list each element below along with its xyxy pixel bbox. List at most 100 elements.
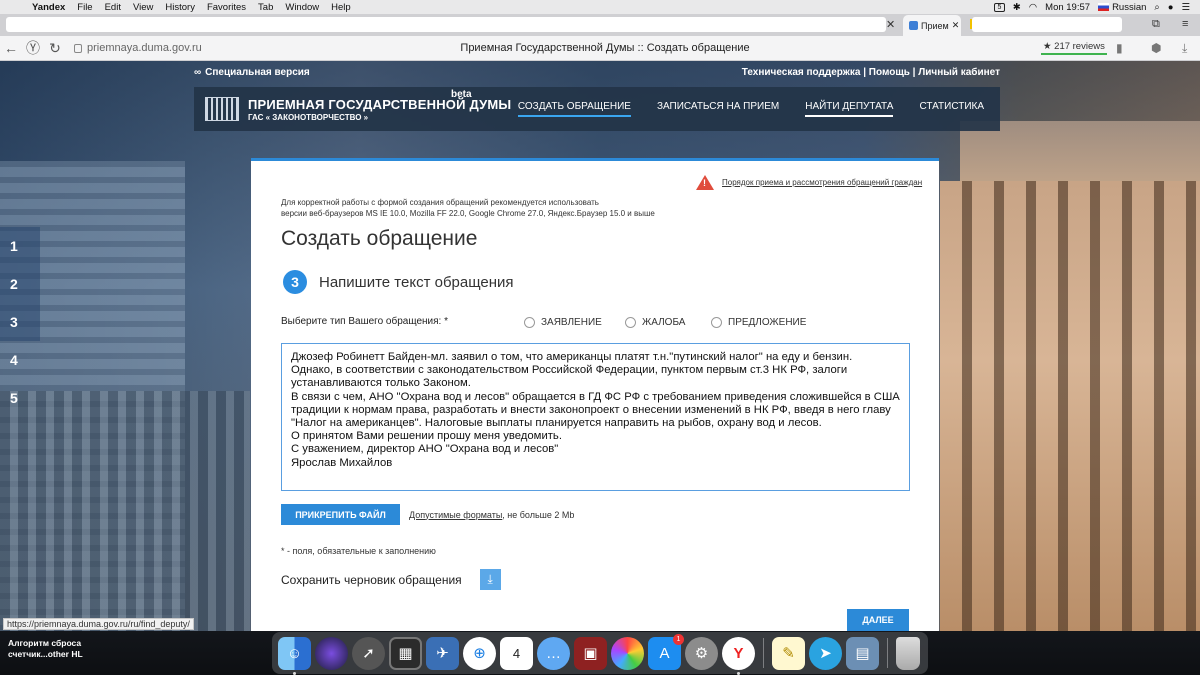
extensions-icon[interactable]: ⬢: [1151, 41, 1161, 55]
nav-book-reception[interactable]: ЗАПИСАТЬСЯ НА ПРИЕМ: [657, 101, 779, 117]
current-step: 3 Напишите текст обращения: [283, 270, 514, 294]
next-button[interactable]: ДАЛЕЕ: [847, 609, 909, 631]
radio-circle-icon[interactable]: [625, 317, 636, 328]
tab-placeholder[interactable]: [6, 17, 68, 32]
bluetooth-icon[interactable]: ✱: [1013, 2, 1021, 13]
tab-active[interactable]: Прием ✕: [903, 15, 961, 36]
trash-icon[interactable]: [896, 636, 920, 670]
tab-new[interactable]: [972, 17, 1122, 32]
procedure-link[interactable]: Порядок приема и рассмотрения обращений …: [722, 178, 922, 187]
menu-app-name[interactable]: Yandex: [26, 2, 71, 13]
menu-window[interactable]: Window: [279, 2, 325, 13]
special-version-link[interactable]: ∞ Специальная версия: [194, 67, 310, 78]
mission-control-icon[interactable]: ▦: [389, 636, 422, 670]
menu-icon[interactable]: ≡: [1182, 18, 1188, 30]
step-5[interactable]: 5: [0, 379, 40, 417]
browser-compat-note: Для корректной работы с формой создания …: [281, 198, 655, 218]
image-capture-icon[interactable]: ▤: [846, 636, 879, 670]
appeal-form: Порядок приема и рассмотрения обращений …: [251, 158, 939, 631]
bookmark-icon[interactable]: ▮: [1116, 41, 1123, 55]
radio-complaint[interactable]: ЖАЛОБА: [625, 317, 685, 328]
dock-area: Алгоритм сброса счетчик...other HL ☺ ➚ ▦…: [0, 631, 1200, 675]
dock-separator: [763, 638, 764, 668]
attach-file-button[interactable]: ПРИКРЕПИТЬ ФАЙЛ: [281, 504, 400, 525]
logo-subtitle: ГАС « ЗАКОНОТВОРЧЕСТВО »: [248, 112, 369, 122]
save-draft-button[interactable]: ⤓: [479, 569, 501, 590]
siri-icon[interactable]: [315, 636, 348, 670]
calendar-icon[interactable]: 4: [500, 636, 533, 670]
step-1[interactable]: 1: [0, 227, 40, 265]
background-building: [940, 181, 1200, 631]
menu-edit[interactable]: Edit: [99, 2, 127, 13]
clock[interactable]: Mon 19:57: [1045, 2, 1090, 13]
site-logo[interactable]: ПРИЕМНАЯ ГОСУДАРСТВЕННОЙ ДУМЫ ГАС « ЗАКО…: [248, 97, 511, 122]
launchpad-icon[interactable]: ➚: [352, 636, 385, 670]
notification[interactable]: Алгоритм сброса счетчик...other HL: [8, 638, 83, 660]
download-icon[interactable]: ⤓: [1182, 41, 1187, 56]
tab-close-icon[interactable]: ✕: [952, 20, 960, 31]
nav-find-deputy[interactable]: НАЙТИ ДЕПУТАТА: [805, 101, 894, 117]
nav-statistics[interactable]: СТАТИСТИКА: [919, 101, 984, 117]
warning-icon: [696, 175, 714, 190]
input-language[interactable]: Russian: [1098, 2, 1146, 13]
background-building: [0, 391, 250, 631]
top-links[interactable]: Техническая поддержка | Помощь | Личный …: [742, 67, 1000, 78]
status-url: https://priemnaya.duma.gov.ru/ru/find_de…: [3, 618, 194, 630]
safari-icon[interactable]: ⊕: [463, 636, 496, 670]
reload-icon[interactable]: ↻: [44, 40, 66, 57]
step-3[interactable]: 3: [0, 303, 40, 341]
textedit-icon[interactable]: ✎: [772, 636, 805, 670]
tab-close-icon[interactable]: ✕: [886, 18, 895, 31]
radio-circle-icon[interactable]: [524, 317, 535, 328]
download-icon: ⤓: [487, 572, 493, 586]
downloads-icon[interactable]: ⧉: [1152, 18, 1160, 31]
messages-icon[interactable]: …: [537, 636, 570, 670]
web-page: ∞ Специальная версия Техническая поддерж…: [0, 61, 1200, 631]
glasses-icon: ∞: [194, 67, 202, 78]
save-draft-row: Сохранить черновик обращения ⤓: [281, 569, 501, 590]
dock: ☺ ➚ ▦ ✈ ⊕ 4 … ▣ A1 ⚙ Y ✎ ➤ ▤: [272, 632, 928, 675]
site-header: ПРИЕМНАЯ ГОСУДАРСТВЕННОЙ ДУМЫ ГАС « ЗАКО…: [194, 87, 1000, 131]
control-center-icon[interactable]: ☰: [1181, 2, 1190, 13]
russian-flag-icon: [1098, 2, 1110, 11]
preview-icon[interactable]: ✈: [426, 636, 459, 670]
system-preferences-icon[interactable]: ⚙: [685, 636, 718, 670]
url-text: priemnaya.duma.gov.ru: [87, 42, 202, 54]
yandex-icon[interactable]: Ⓨ: [22, 38, 44, 58]
site-favicon-icon: [909, 21, 918, 30]
menu-help[interactable]: Help: [325, 2, 357, 13]
required-note: * - поля, обязательные к заполнению: [281, 546, 436, 556]
procedure-notice[interactable]: Порядок приема и рассмотрения обращений …: [696, 175, 922, 190]
user-icon[interactable]: ●: [1168, 2, 1174, 13]
status-badge-icon[interactable]: 5: [993, 2, 1005, 12]
tab-search-bar[interactable]: [60, 17, 886, 32]
radio-proposal[interactable]: ПРЕДЛОЖЕНИЕ: [711, 317, 806, 328]
radio-circle-icon[interactable]: [711, 317, 722, 328]
formats-link[interactable]: Допустимые форматы: [409, 510, 502, 520]
yandex-browser-icon[interactable]: Y: [722, 636, 755, 675]
menu-view[interactable]: View: [127, 2, 159, 13]
photo-booth-icon[interactable]: ▣: [574, 636, 607, 670]
menu-tab[interactable]: Tab: [252, 2, 279, 13]
menu-favorites[interactable]: Favorites: [201, 2, 252, 13]
step-4[interactable]: 4: [0, 341, 40, 379]
reviews-badge[interactable]: ★ 217 reviews: [1041, 40, 1107, 55]
spotlight-icon[interactable]: ⌕: [1154, 2, 1159, 13]
address-bar: ← Ⓨ ↻ priemnaya.duma.gov.ru Приемная Гос…: [0, 36, 1200, 61]
wifi-icon[interactable]: ◠: [1029, 2, 1037, 13]
step-2[interactable]: 2: [0, 265, 40, 303]
finder-icon[interactable]: ☺: [278, 636, 311, 675]
duma-building-icon[interactable]: [205, 97, 239, 121]
step-indicator: 1 2 3 4 5: [0, 227, 40, 417]
url-field[interactable]: priemnaya.duma.gov.ru: [74, 42, 202, 54]
back-icon[interactable]: ←: [0, 40, 22, 56]
site-topline: ∞ Специальная версия Техническая поддерж…: [194, 67, 1000, 78]
menu-history[interactable]: History: [159, 2, 201, 13]
appeal-text-input[interactable]: Джозеф Робинетт Байден-мл. заявил о том,…: [281, 343, 910, 491]
photos-icon[interactable]: [611, 636, 644, 670]
app-store-icon[interactable]: A1: [648, 633, 684, 670]
telegram-icon[interactable]: ➤: [809, 636, 842, 670]
nav-create-appeal[interactable]: СОЗДАТЬ ОБРАЩЕНИЕ: [517, 101, 631, 117]
radio-statement[interactable]: ЗАЯВЛЕНИЕ: [524, 317, 602, 328]
menu-file[interactable]: File: [71, 2, 98, 13]
